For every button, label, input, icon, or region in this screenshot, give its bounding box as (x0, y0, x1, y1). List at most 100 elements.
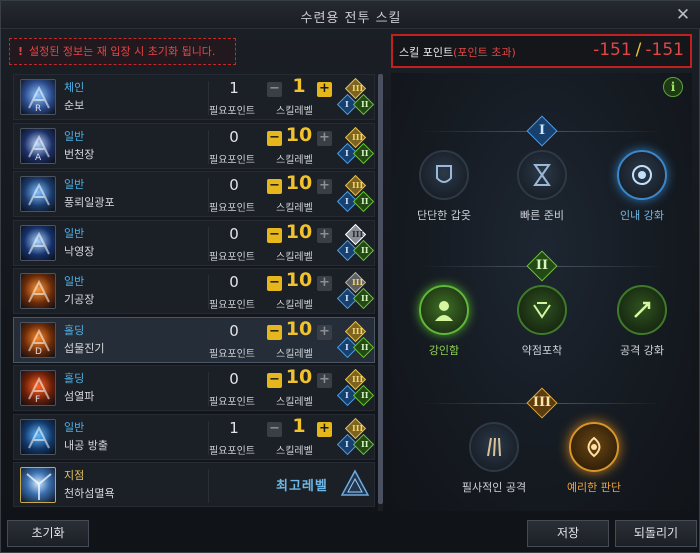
tripod-option-label: 공격 강화 (620, 344, 664, 357)
required-points-label: 필요포인트 (209, 300, 255, 311)
tier-numeral: II (535, 258, 549, 273)
level-plus-button[interactable]: + (317, 373, 332, 388)
save-button[interactable]: 저장 (527, 520, 609, 547)
tripod-option[interactable]: 인내 강화 (597, 150, 687, 230)
skill-points-title: 스킬 포인트 (399, 46, 454, 59)
skill-level-label: 스킬레벨 (276, 348, 313, 360)
skill-row[interactable]: 일반 기공장 0 필요포인트 − 10 + 스킬레벨 III I II (13, 268, 375, 314)
title-bar[interactable]: 수련용 전투 스킬 ✕ (1, 1, 700, 29)
tripod-tier1-numeral: I (345, 244, 349, 255)
awakening-emblem-icon (340, 469, 370, 496)
palm-strike-skill-icon: A (20, 127, 56, 164)
tripod-option-label: 강인함 (428, 344, 460, 357)
skill-level-label: 스킬레벨 (276, 300, 313, 311)
attack-boost-icon[interactable] (617, 285, 667, 335)
tripod-option-label: 약점포착 (521, 344, 563, 357)
level-minus-button[interactable]: − (267, 227, 282, 243)
level-plus-button[interactable]: + (317, 276, 332, 291)
tripod-tier1-numeral: I (345, 390, 349, 400)
level-minus-button[interactable]: − (267, 82, 282, 97)
skill-row[interactable]: A 일반 번천장 0 필요포인트 − 10 + 스킬레벨 III I II (13, 122, 375, 169)
level-minus-button[interactable]: − (267, 130, 282, 146)
window-title: 수련용 전투 스킬 (300, 11, 402, 26)
tripod-option[interactable]: 강인함 (399, 285, 489, 365)
points-slash: / (635, 40, 642, 60)
tripod-option-label: 단단한 갑옷 (416, 209, 472, 222)
desperate-attack-icon[interactable] (469, 422, 519, 472)
level-minus-button[interactable]: − (267, 179, 282, 194)
skill-row[interactable]: F 홀딩 섬열파 0 필요포인트 − 10 + 스킬레벨 III I II (13, 365, 375, 411)
skill-level-value: 10 (285, 220, 313, 243)
tripod-option[interactable]: 빠른 준비 (497, 150, 587, 230)
skill-row-awakening[interactable]: 지점 천하섬멸욕 최고레벨 (13, 462, 375, 507)
skill-list-scrollbar[interactable] (378, 74, 383, 511)
required-points-value: 0 (229, 321, 239, 340)
tripod-indicator[interactable]: III I II (336, 320, 375, 360)
revert-button[interactable]: 되돌리기 (615, 520, 697, 547)
skill-level-label: 스킬레벨 (276, 106, 313, 117)
skill-type: 일반 (64, 226, 85, 240)
tripod-indicator[interactable]: III I II (336, 77, 375, 117)
armor-icon[interactable] (419, 150, 469, 200)
skill-level-value: 10 (285, 317, 313, 340)
tripod-indicator[interactable]: III I II (336, 223, 375, 263)
tripod-tier1-numeral: I (345, 293, 349, 303)
level-minus-button[interactable]: − (267, 276, 282, 291)
skill-hotkey: A (35, 152, 42, 163)
reset-notice: ! 설정된 정보는 재 입장 시 초기화 됩니다. (9, 38, 236, 65)
level-minus-button[interactable]: − (267, 421, 282, 437)
skill-level-label: 스킬레벨 (276, 445, 313, 457)
tripod-indicator[interactable]: III I II (336, 271, 375, 311)
level-plus-button[interactable]: + (317, 324, 332, 340)
info-icon[interactable]: i (663, 77, 683, 97)
required-points-label: 필요포인트 (209, 397, 255, 408)
skill-row[interactable]: D 홀딩 섭물진기 0 필요포인트 − 10 + 스킬레벨 III I II (13, 316, 375, 363)
skill-name: 기공장 (64, 293, 95, 306)
skill-row[interactable]: R 체인 순보 1 필요포인트 − 1 + 스킬레벨 III I II (13, 74, 375, 120)
skill-type: 일반 (64, 178, 85, 191)
skill-hotkey: D (35, 346, 42, 357)
required-points-label: 필요포인트 (209, 445, 255, 457)
skill-row[interactable]: 일반 내공 방출 1 필요포인트 − 1 + 스킬레벨 III I II (13, 413, 375, 460)
tripod-option[interactable]: 공격 강화 (597, 285, 687, 365)
level-plus-button[interactable]: + (317, 227, 332, 243)
level-plus-button[interactable]: + (317, 421, 332, 437)
tripod-option-label: 빠른 준비 (520, 209, 564, 222)
tripod-option[interactable]: 필사적인 공격 (449, 422, 539, 502)
hourglass-icon[interactable] (517, 150, 567, 200)
required-points-label: 필요포인트 (209, 106, 255, 117)
weakness-icon[interactable] (517, 285, 567, 335)
sharp-judgment-icon[interactable] (569, 422, 619, 472)
points-current: -151 (593, 40, 632, 60)
row-divider (208, 469, 209, 503)
skill-type: 일반 (64, 275, 85, 288)
required-points-label: 필요포인트 (209, 203, 255, 214)
tripod-indicator[interactable]: III I II (336, 368, 375, 408)
tripod-indicator[interactable]: III I II (336, 174, 375, 214)
skill-row[interactable]: 일반 풍뢰일광포 0 필요포인트 − 10 + 스킬레벨 III I II (13, 171, 375, 217)
tripod-indicator[interactable]: III I II (336, 417, 375, 457)
scrollbar-thumb[interactable] (378, 74, 383, 504)
tripod-indicator[interactable]: III I II (336, 126, 375, 166)
close-icon[interactable]: ✕ (673, 5, 693, 25)
wind-thunder-skill-icon (20, 176, 56, 212)
skill-points-box: 스킬 포인트(포인트 초과) -151/-151 (391, 34, 692, 68)
skill-row[interactable]: 일반 낙영장 0 필요포인트 − 10 + 스킬레벨 III I II (13, 219, 375, 266)
level-minus-button[interactable]: − (267, 324, 282, 340)
skill-list: R 체인 순보 1 필요포인트 − 1 + 스킬레벨 III I II A 일반… (13, 74, 375, 511)
falling-shadow-skill-icon (20, 224, 56, 261)
dash-skill-icon: R (20, 79, 56, 115)
reset-button[interactable]: 초기화 (7, 520, 89, 547)
tripod-option[interactable]: 단단한 갑옷 (399, 150, 489, 230)
tripod-tier2-numeral: II (361, 438, 369, 449)
level-plus-button[interactable]: + (317, 179, 332, 194)
level-plus-button[interactable]: + (317, 130, 332, 146)
tripod-option[interactable]: 약점포착 (497, 285, 587, 365)
skill-name: 풍뢰일광포 (64, 196, 115, 209)
toughness-icon[interactable] (419, 285, 469, 335)
tripod-option[interactable]: 예리한 판단 (549, 422, 639, 502)
level-minus-button[interactable]: − (267, 373, 282, 388)
endurance-icon[interactable] (617, 150, 667, 200)
level-plus-button[interactable]: + (317, 82, 332, 97)
tripod-tier3-numeral: III (352, 277, 364, 287)
